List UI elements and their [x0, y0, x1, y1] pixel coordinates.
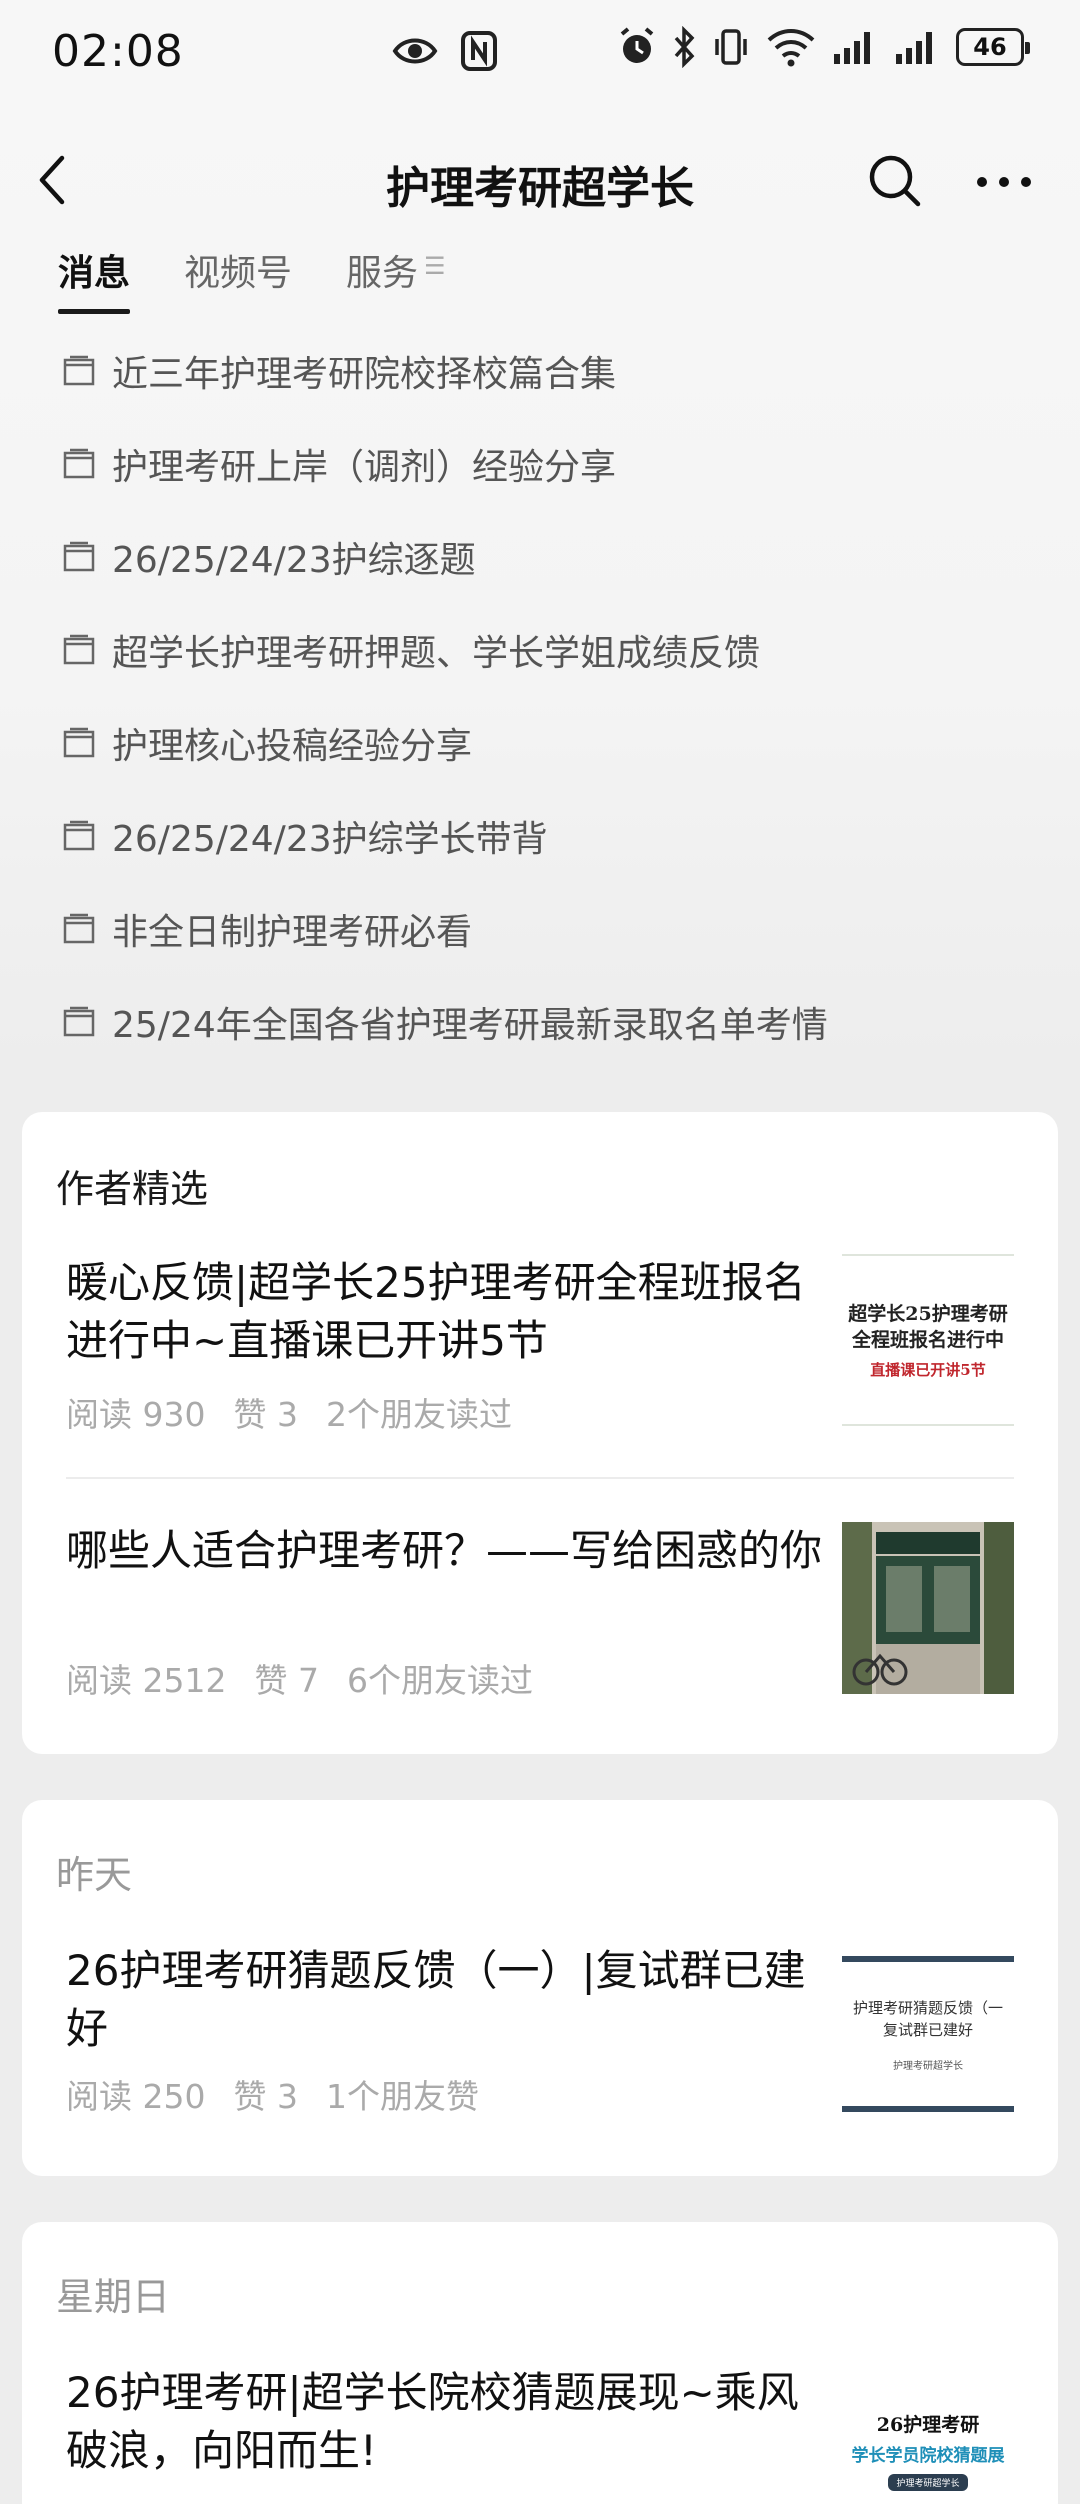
more-icon[interactable] — [972, 160, 1036, 204]
menu-item-label: 护理核心投稿经验分享 — [112, 725, 473, 767]
article-item[interactable]: 26护理考研猜题反馈（一）|复试群已建好 阅读 250 赞 3 1个朋友赞 护理考研… — [66, 1942, 1014, 2132]
battery-indicator: 46 — [956, 28, 1030, 66]
article-thumbnail: 超学长25护理考研 全程班报名进行中 直播课已开讲5节 — [842, 1254, 1014, 1426]
read-count: 阅读 250 — [66, 2077, 206, 2116]
thumb-text: 直播课已开讲5节 — [870, 1360, 986, 1379]
article-item[interactable]: 暖心反馈|超学长25护理考研全程班报名进行中~直播课已开讲5节 阅读 930 赞 … — [66, 1254, 1014, 1444]
thumb-text: 护理考研超学长 — [888, 2473, 968, 2491]
vibrate-icon — [712, 26, 750, 68]
signal-icon — [894, 26, 940, 68]
article-thumbnail: 26护理考研 学长学员院校猜题展 护理考研超学长 — [842, 2364, 1014, 2504]
alarm-icon — [618, 26, 656, 68]
menu-item-label: 近三年护理考研院校择校篇合集 — [112, 353, 617, 395]
like-count: 赞 7 — [254, 1661, 319, 1700]
menu-item[interactable]: 超学长护理考研押题、学长学姐成绩反馈 — [62, 603, 1022, 696]
document-icon — [63, 1006, 95, 1036]
tab-messages[interactable]: 消息 — [58, 244, 131, 314]
document-icon — [63, 913, 95, 943]
article-thumbnail: 护理考研猜题反馈（一 复试群已建好 护理考研超学长 — [842, 1956, 1014, 2112]
yesterday-card: 昨天 26护理考研猜题反馈（一）|复试群已建好 阅读 250 赞 3 1个朋友赞 护… — [22, 1800, 1058, 2176]
status-time: 02:08 — [52, 26, 184, 77]
menu-list: 近三年护理考研院校择校篇合集 护理考研上岸（调剂）经验分享 26/25/24/2… — [62, 324, 1022, 1068]
article-title: 26护理考研|超学长院校猜题展现~乘风破浪，向阳而生! — [66, 2368, 799, 2475]
menu-item[interactable]: 25/24年全国各省护理考研最新录取名单考情 — [62, 975, 1022, 1068]
menu-item[interactable]: 非全日制护理考研必看 — [62, 882, 1022, 975]
thumb-bar — [842, 1956, 1014, 1962]
friends-read: 2个朋友读过 — [325, 1395, 512, 1434]
menu-item[interactable]: 26/25/24/23护综逐题 — [62, 510, 1022, 603]
featured-card: 作者精选 暖心反馈|超学长25护理考研全程班报名进行中~直播课已开讲5节 阅读 … — [22, 1112, 1058, 1754]
read-count: 阅读 2512 — [66, 1661, 227, 1700]
menu-lines-icon: ☰ — [424, 252, 446, 280]
status-left-icons — [392, 28, 498, 74]
thumb-text: 全程班报名进行中 — [851, 1328, 1004, 1351]
read-count: 阅读 930 — [66, 1395, 206, 1434]
menu-item-label: 护理考研上岸（调剂）经验分享 — [112, 446, 617, 488]
thumb-text: 26护理考研 — [876, 2413, 980, 2436]
page: 02:08 46 护理考研超学长 消息 视频号 服务 ☰ 近三年护理考研院校择校… — [0, 0, 1080, 2504]
document-icon — [63, 448, 95, 478]
thumb-text: 护理考研猜题反馈（一 — [852, 1998, 1003, 2017]
article-item[interactable]: 哪些人适合护理考研？——写给困惑的你 阅读 2512 赞 7 6个朋友读过 — [66, 1522, 1014, 1712]
menu-item-label: 26/25/24/23护综学长带背 — [112, 818, 548, 860]
nfc-icon — [460, 30, 498, 72]
menu-item-label: 非全日制护理考研必看 — [112, 911, 473, 953]
status-right-icons: 46 — [618, 26, 1030, 68]
tab-channels[interactable]: 视频号 — [184, 244, 292, 314]
thumb-text: 护理考研超学长 — [893, 2060, 963, 2072]
article-title: 暖心反馈|超学长25护理考研全程班报名进行中~直播课已开讲5节 — [66, 1258, 806, 1365]
thumb-text: 超学长25护理考研 — [848, 1302, 1008, 1325]
thumb-text: 学长学员院校猜题展 — [851, 2445, 1005, 2466]
friends-read: 6个朋友读过 — [346, 1661, 533, 1700]
bookstore-photo-thumbnail — [842, 1522, 1014, 1694]
divider — [66, 1477, 1014, 1479]
document-icon — [63, 820, 95, 850]
eye-icon — [392, 28, 438, 74]
date-header: 星期日 — [56, 2275, 171, 2319]
tab-bar: 消息 视频号 服务 ☰ — [58, 244, 446, 314]
signal-icon — [832, 26, 878, 68]
menu-item[interactable]: 26/25/24/23护综学长带背 — [62, 789, 1022, 882]
wifi-icon — [766, 26, 816, 68]
bluetooth-icon — [672, 26, 696, 68]
friends-liked: 1个朋友赞 — [325, 2077, 479, 2116]
like-count: 赞 3 — [233, 1395, 298, 1434]
article-meta: 阅读 2512 赞 7 6个朋友读过 — [66, 1654, 561, 1702]
tab-services[interactable]: 服务 — [346, 244, 418, 314]
article-meta: 阅读 930 赞 3 2个朋友读过 — [66, 1388, 540, 1436]
menu-item[interactable]: 护理核心投稿经验分享 — [62, 696, 1022, 789]
menu-item-label: 25/24年全国各省护理考研最新录取名单考情 — [112, 1004, 828, 1046]
menu-item[interactable]: 护理考研上岸（调剂）经验分享 — [62, 417, 1022, 510]
document-icon — [63, 727, 95, 757]
document-icon — [63, 634, 95, 664]
date-header: 昨天 — [56, 1853, 133, 1897]
sunday-card: 星期日 26护理考研|超学长院校猜题展现~乘风破浪，向阳而生! 26护理考研 学… — [22, 2222, 1058, 2504]
article-title: 哪些人适合护理考研？——写给困惑的你 — [66, 1526, 823, 1575]
document-icon — [63, 541, 95, 571]
status-bar: 02:08 46 — [0, 0, 1080, 105]
document-icon — [63, 355, 95, 385]
article-title: 26护理考研猜题反馈（一）|复试群已建好 — [66, 1946, 806, 2053]
article-item[interactable]: 26护理考研|超学长院校猜题展现~乘风破浪，向阳而生! 26护理考研 学长学员院… — [66, 2364, 1014, 2504]
menu-item-label: 26/25/24/23护综逐题 — [112, 539, 476, 581]
featured-header: 作者精选 — [56, 1167, 209, 1211]
article-meta: 阅读 250 赞 3 1个朋友赞 — [66, 2070, 507, 2118]
thumb-text: 复试群已建好 — [882, 2020, 973, 2039]
menu-item-label: 超学长护理考研押题、学长学姐成绩反馈 — [112, 632, 761, 674]
search-icon[interactable] — [866, 152, 924, 210]
menu-item[interactable]: 近三年护理考研院校择校篇合集 — [62, 324, 1022, 417]
like-count: 赞 3 — [233, 2077, 298, 2116]
thumb-bar — [842, 2106, 1014, 2112]
